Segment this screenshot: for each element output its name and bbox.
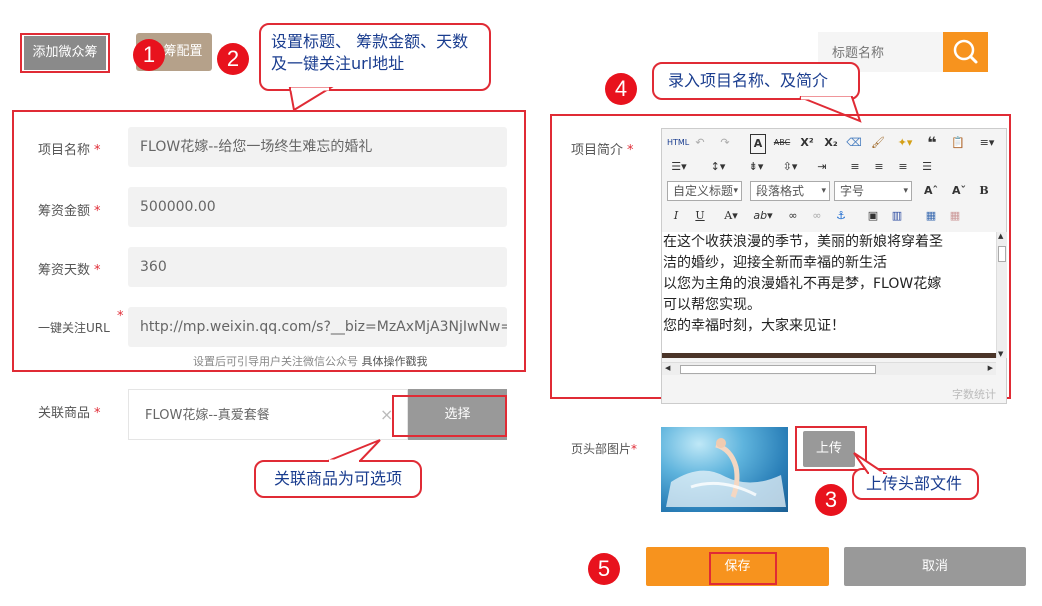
align-center-icon[interactable]: ≡ <box>871 158 887 176</box>
subscript-icon[interactable]: X₂ <box>822 134 840 152</box>
line-height-icon[interactable]: ↕▾ <box>706 158 730 176</box>
link-icon[interactable]: ∞ <box>784 207 802 225</box>
font-increase-icon[interactable]: Aˆ <box>922 182 940 200</box>
project-name-input[interactable]: FLOW花嫁--给您一场终生难忘的婚礼 <box>128 127 507 167</box>
bride-underwater-illustration <box>666 438 786 507</box>
editor-line: 您的幸福时刻，大家来见证！ <box>663 318 845 334</box>
word-count: 字数统计 <box>952 388 996 401</box>
align-left-icon[interactable]: ≡ <box>847 158 863 176</box>
superscript-icon[interactable]: X² <box>798 134 816 152</box>
rich-text-editor[interactable]: HTML ↶ ↷ A ABC X² X₂ ⌫ 🖌 ✦▾ ❝ 📋 ≡▾ ☰▾ ↕▾… <box>661 128 1007 404</box>
ordered-list-icon[interactable]: ≡▾ <box>974 134 1000 152</box>
editor-horizontal-scrollbar[interactable]: ◀ ▶ <box>662 362 996 375</box>
redo-icon[interactable]: ↷ <box>717 134 733 152</box>
editor-line: 在这个收获浪漫的季节，美丽的新娘将穿着圣 <box>663 234 943 250</box>
amount-input[interactable]: 500000.00 <box>128 187 507 227</box>
callout-basic-line2: 及一键关注url地址 <box>271 54 405 73</box>
follow-url-required: * <box>117 309 124 324</box>
project-intro-label: 项目简介 * <box>571 143 634 158</box>
step-4-marker: 4 <box>605 73 637 105</box>
add-crowdfunding-button[interactable]: 添加微众筹 <box>24 36 106 70</box>
font-color-icon[interactable]: A▾ <box>718 207 744 225</box>
background-color-icon[interactable]: ab▾ <box>750 207 776 225</box>
amount-label: 筹资金额 * <box>38 204 101 219</box>
callout-goods-optional: 关联商品为可选项 <box>254 460 422 498</box>
header-image-label: 页头部图片* <box>571 442 638 456</box>
html-source-icon[interactable]: HTML <box>667 134 689 152</box>
editor-content[interactable]: 在这个收获浪漫的季节，美丽的新娘将穿着圣 洁的婚纱，迎接全新而幸福的新生活 以您… <box>662 232 996 358</box>
upload-header-button[interactable]: 上传 <box>803 431 855 467</box>
editor-vertical-scrollbar[interactable]: ▲ ▼ <box>996 232 1007 358</box>
step-3-marker: 3 <box>815 484 847 516</box>
align-justify-icon[interactable]: ☰ <box>919 158 935 176</box>
indent-icon[interactable]: ⇥ <box>814 158 830 176</box>
callout-basic-settings: 设置标题、 筹款金额、天数 及一键关注url地址 <box>259 23 491 91</box>
cancel-button[interactable]: 取消 <box>844 547 1026 586</box>
anchor-icon[interactable]: ⚓ <box>832 207 850 225</box>
editor-line: 洁的婚纱，迎接全新而幸福的新生活 <box>663 255 887 271</box>
auto-format-icon[interactable]: ✦▾ <box>894 134 916 152</box>
video-icon[interactable]: ▥ <box>888 207 906 225</box>
callout-goods-pointer <box>327 439 381 463</box>
row-spacing-icon[interactable]: ⇳▾ <box>778 158 802 176</box>
format-brush-icon[interactable]: 🖌 <box>870 134 886 152</box>
goods-select-button[interactable]: 选择 <box>408 389 507 440</box>
clear-format-icon[interactable]: A <box>750 134 766 154</box>
image-icon[interactable]: ▣ <box>864 207 882 225</box>
step-5-marker: 5 <box>588 553 620 585</box>
editor-line: 可以帮您实现。 <box>663 297 761 313</box>
project-name-label: 项目名称 * <box>38 143 101 158</box>
step-2-marker: 2 <box>217 43 249 75</box>
table-delete-icon[interactable]: ▦ <box>946 207 964 225</box>
follow-url-input[interactable]: http://mp.weixin.qq.com/s?__biz=MzAxMjA3… <box>128 307 507 347</box>
editor-toolbar: HTML ↶ ↷ A ABC X² X₂ ⌫ 🖌 ✦▾ ❝ 📋 ≡▾ ☰▾ ↕▾… <box>662 129 1006 229</box>
custom-heading-select[interactable]: 自定义标题 ▾ <box>667 181 742 201</box>
header-image-preview <box>661 427 788 512</box>
unordered-list-icon[interactable]: ☰▾ <box>667 158 691 176</box>
strikethrough-icon[interactable]: ABC <box>772 134 792 152</box>
search-button[interactable] <box>943 32 988 72</box>
editor-line: 以您为主角的浪漫婚礼不再是梦，FLOW花嫁 <box>663 276 942 292</box>
table-icon[interactable]: ▦ <box>922 207 940 225</box>
follow-url-help-link[interactable]: 具体操作戳我 <box>362 355 428 368</box>
goods-clear-icon[interactable]: × <box>380 405 393 424</box>
days-label: 筹资天数 * <box>38 263 101 278</box>
goods-label: 关联商品 * <box>38 406 101 421</box>
blockquote-icon[interactable]: ❝ <box>924 134 940 152</box>
callout-editor-pointer <box>799 96 862 123</box>
font-size-select[interactable]: 字号 ▾ <box>834 181 912 201</box>
follow-url-hint: 设置后可引导用户关注微信公众号 具体操作戳我 <box>193 355 428 368</box>
unlink-icon[interactable]: ∞ <box>808 207 826 225</box>
underline-icon[interactable]: U <box>692 207 708 225</box>
step-1-marker: 1 <box>133 39 165 71</box>
days-input[interactable]: 360 <box>128 247 507 287</box>
paragraph-spacing-icon[interactable]: ⇟▾ <box>744 158 768 176</box>
search-icon <box>953 39 978 64</box>
paragraph-format-select[interactable]: 段落格式 ▾ <box>750 181 830 201</box>
goods-input[interactable]: FLOW花嫁--真爱套餐 <box>128 389 408 440</box>
callout-basic-line1: 设置标题、 筹款金额、天数 <box>271 32 469 51</box>
font-decrease-icon[interactable]: Aˇ <box>950 182 968 200</box>
bold-icon[interactable]: B <box>976 182 992 200</box>
callout-upload-pointer <box>853 452 888 475</box>
align-right-icon[interactable]: ≡ <box>895 158 911 176</box>
paste-text-icon[interactable]: 📋 <box>950 134 966 152</box>
save-button[interactable]: 保存 <box>646 547 829 586</box>
undo-icon[interactable]: ↶ <box>692 134 708 152</box>
follow-url-label: 一键关注URL <box>38 321 110 335</box>
callout-pointer <box>288 87 334 112</box>
embedded-image-strip <box>662 353 996 358</box>
eraser-icon[interactable]: ⌫ <box>846 134 862 152</box>
italic-icon[interactable]: I <box>668 207 684 225</box>
